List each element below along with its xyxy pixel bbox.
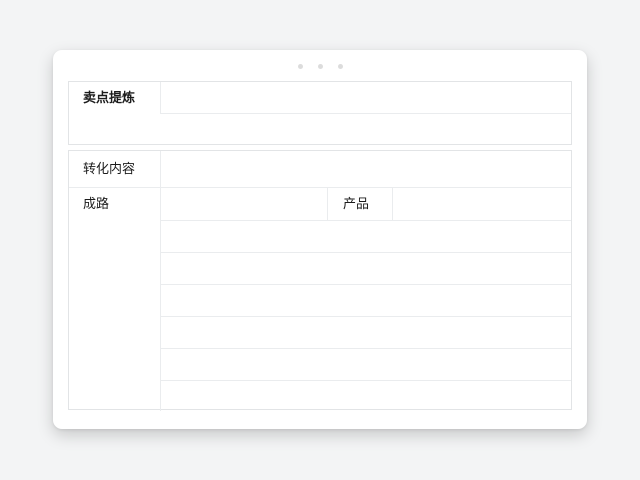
row-divider <box>160 252 571 253</box>
conversion-content-label: 转化内容 <box>83 162 136 177</box>
dot-icon <box>297 64 303 69</box>
dot-icon <box>317 64 323 69</box>
dot-icon <box>337 64 343 69</box>
selling-points-table: 卖点提炼 <box>68 81 572 145</box>
document-card: 卖点提炼 转化内容 成路 产品 <box>53 50 587 429</box>
window-dots <box>53 64 587 69</box>
conversion-content-table: 转化内容 成路 产品 <box>68 150 572 411</box>
row-divider <box>160 113 571 114</box>
row-divider <box>160 380 571 381</box>
selling-points-label: 卖点提炼 <box>83 91 136 106</box>
column-divider <box>160 151 161 411</box>
mid-column-divider <box>392 187 393 220</box>
row-divider <box>160 316 571 317</box>
header-divider <box>69 187 571 188</box>
row-divider <box>160 348 571 349</box>
row-left-label: 成路 <box>83 197 110 212</box>
column-divider <box>160 82 161 113</box>
row-divider <box>160 284 571 285</box>
product-label: 产品 <box>343 197 370 212</box>
mid-column-divider <box>327 187 328 220</box>
row-divider <box>160 220 571 221</box>
